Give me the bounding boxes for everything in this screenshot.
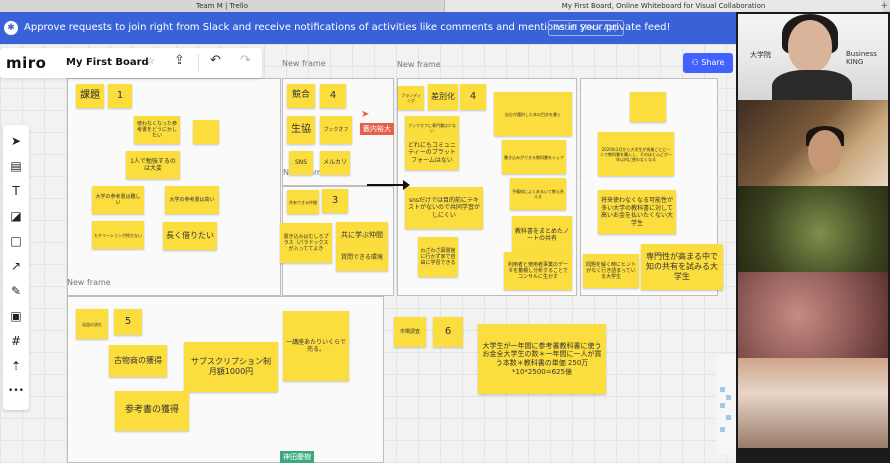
person-face [808, 130, 842, 174]
tab-trello[interactable]: Team M | Trello [0, 0, 445, 12]
sticky-note[interactable]: 古物商の獲得 [109, 345, 167, 377]
share-label: Share [701, 58, 725, 67]
sticky-note[interactable]: 使わなくなった参考書をどうにかしたい [134, 116, 180, 144]
sticky-note[interactable]: SNS [289, 151, 313, 175]
sticky-note[interactable]: 課題 [76, 84, 104, 108]
participant-video[interactable] [738, 100, 888, 186]
frame-label[interactable]: New frame [397, 60, 441, 69]
sticky-note[interactable]: snsだけでは目的前にテキストがないので共同学習がしにくい [405, 187, 483, 229]
browser-tab-bar: Team M | Trello My First Board, Online W… [0, 0, 890, 12]
sticky-note[interactable]: 専門性が高まる中で知の共有を試みる大学生 [641, 244, 723, 290]
collaborator-cursor-icon: ➤ [361, 109, 370, 120]
frame-tool[interactable]: # [3, 331, 29, 351]
sticky-note-tool[interactable]: ◪ [3, 206, 29, 226]
sticky-note[interactable]: 4 [320, 84, 346, 108]
sticky-note[interactable]: 生協 [287, 116, 315, 144]
sticky-note[interactable]: 2020年3月から大学生が授業ごとに一人で教科書を購入し、そのほとんどが一年以内… [598, 132, 674, 176]
comment-tool[interactable]: ▣ [3, 306, 29, 326]
sticky-note[interactable]: 差別化 [428, 84, 458, 110]
star-icon[interactable]: ☆ [146, 56, 155, 67]
pen-tool[interactable]: ✎ [3, 281, 29, 301]
sticky-note[interactable]: 1人で勉強するのは大変 [126, 151, 180, 179]
sticky-note[interactable]: 問題を解く時にヒントがなく行き詰まっている大学生 [583, 254, 639, 288]
video-call-panel: 大学院 Business KING [736, 12, 890, 463]
sticky-note[interactable]: 利用者と使用者事業のデータを蓄積し分析することでコンサルに生かす [504, 252, 572, 290]
share-button[interactable]: ⚇ Share [683, 53, 733, 73]
shape-tool[interactable]: □ [3, 231, 29, 251]
participant-video[interactable] [738, 186, 888, 272]
sticky-note[interactable]: 長く借りたい [163, 222, 217, 250]
left-toolbar: ➤ ▤ T ◪ □ ↗ ✎ ▣ # ⇡ ••• [3, 125, 29, 410]
sticky-note[interactable]: 収益の流れ [76, 309, 108, 339]
sticky-note[interactable]: 共有できる仲間 [287, 190, 319, 214]
upload-tool[interactable]: ⇡ [3, 356, 29, 376]
sticky-note[interactable]: どれにもコミュニティーのプラットフォームはない [405, 136, 459, 170]
frame-label[interactable]: New frame [67, 278, 111, 287]
board-top-bar: miro My First Board ☆ ⇪ ↶ ↷ [0, 48, 262, 78]
sticky-note[interactable]: わざわざ図書館に行かず家で自由に学習できる [418, 237, 458, 277]
sticky-note[interactable]: 一講座あたりいくらで売る。 [283, 311, 349, 381]
pixel-dot [726, 395, 731, 400]
background-sign: Business KING [846, 50, 877, 66]
sticky-note[interactable]: 6 [433, 317, 463, 347]
sticky-note[interactable]: 大学生が一年間に参考書教科書に使うお金全大学生の数＊一年間に一人が買う本数＊教科… [478, 324, 606, 394]
sticky-note[interactable]: モチベーションが続かない [92, 221, 144, 249]
sticky-note[interactable] [193, 120, 219, 144]
sticky-note[interactable]: 自分が選択した本の目次を書く [494, 92, 572, 136]
redo-icon[interactable]: ↷ [240, 53, 251, 68]
export-icon[interactable]: ⇪ [174, 53, 185, 68]
sticky-note[interactable]: 3 [322, 189, 348, 213]
slack-icon: ✱ [4, 21, 18, 35]
install-slack-button[interactable]: Install Slack App [548, 20, 625, 36]
tab-miro[interactable]: My First Board, Online Whiteboard for Vi… [445, 0, 882, 12]
undo-icon[interactable]: ↶ [210, 53, 221, 68]
sticky-note[interactable]: 将来使わなくなる可能性が多い大学の教科書に対して高いお金を払いたくない大学生 [598, 190, 676, 234]
sticky-note[interactable]: 1 [108, 84, 132, 108]
pixel-dot [726, 415, 731, 420]
more-tool[interactable]: ••• [3, 381, 29, 401]
background-sign: 大学院 [750, 51, 771, 59]
sticky-note[interactable]: 大学の参考書は難しい [92, 186, 144, 214]
minimap-strip [716, 355, 736, 455]
sticky-note[interactable]: 大学の参考書は高い [165, 186, 219, 214]
connector-line[interactable] [367, 184, 407, 186]
sticky-note[interactable]: 書き込みはむしろプラス（パラドックスが入っててよき [280, 223, 332, 263]
sticky-note[interactable]: 参考書の獲得 [115, 391, 189, 431]
participant-video[interactable] [738, 358, 888, 448]
sticky-note[interactable] [630, 92, 666, 122]
participant-video[interactable]: 大学院 Business KING [738, 14, 888, 100]
participant-video[interactable] [738, 272, 888, 358]
connector-arrowhead [403, 180, 410, 190]
board-title[interactable]: My First Board [66, 57, 149, 68]
collaborator-name-tag: 藪内裕大 [360, 123, 394, 135]
sticky-note[interactable]: ブックオフ [320, 116, 352, 144]
sticky-note[interactable]: メルカリ [320, 151, 350, 175]
frame-label[interactable]: New frame [282, 59, 326, 68]
sticky-note[interactable]: 市場調査 [394, 317, 426, 347]
sticky-note[interactable]: 4 [460, 84, 486, 110]
sticky-note[interactable]: 予備校によくあるいて教え合える [510, 178, 566, 210]
pixel-dot [720, 403, 725, 408]
sticky-note[interactable]: 競合 [287, 84, 315, 108]
pixel-dot [720, 427, 725, 432]
sticky-note[interactable]: 教科書をまとめたノートの共有 [512, 216, 572, 254]
sticky-note[interactable]: ブランディング [398, 86, 424, 110]
miro-logo[interactable]: miro [6, 54, 46, 72]
text-tool[interactable]: T [3, 181, 29, 201]
person-face [788, 20, 832, 72]
templates-tool[interactable]: ▤ [3, 156, 29, 176]
sticky-note[interactable]: 5 [114, 309, 142, 335]
arrow-tool[interactable]: ↗ [3, 256, 29, 276]
pixel-dot [720, 387, 725, 392]
sticky-note[interactable]: 質問できる環境 [336, 245, 388, 271]
new-tab-button[interactable]: + [880, 0, 888, 12]
divider [198, 54, 199, 72]
sticky-note[interactable]: 書き込みができる教科書をシェア [502, 140, 566, 174]
collaborator-name-tag: 神田慶樹 [280, 451, 314, 463]
sticky-note[interactable]: サブスクリプション制 月額1000円 [184, 342, 278, 392]
person-body [772, 70, 852, 100]
select-tool[interactable]: ➤ [3, 131, 29, 151]
users-icon: ⚇ [691, 58, 702, 67]
